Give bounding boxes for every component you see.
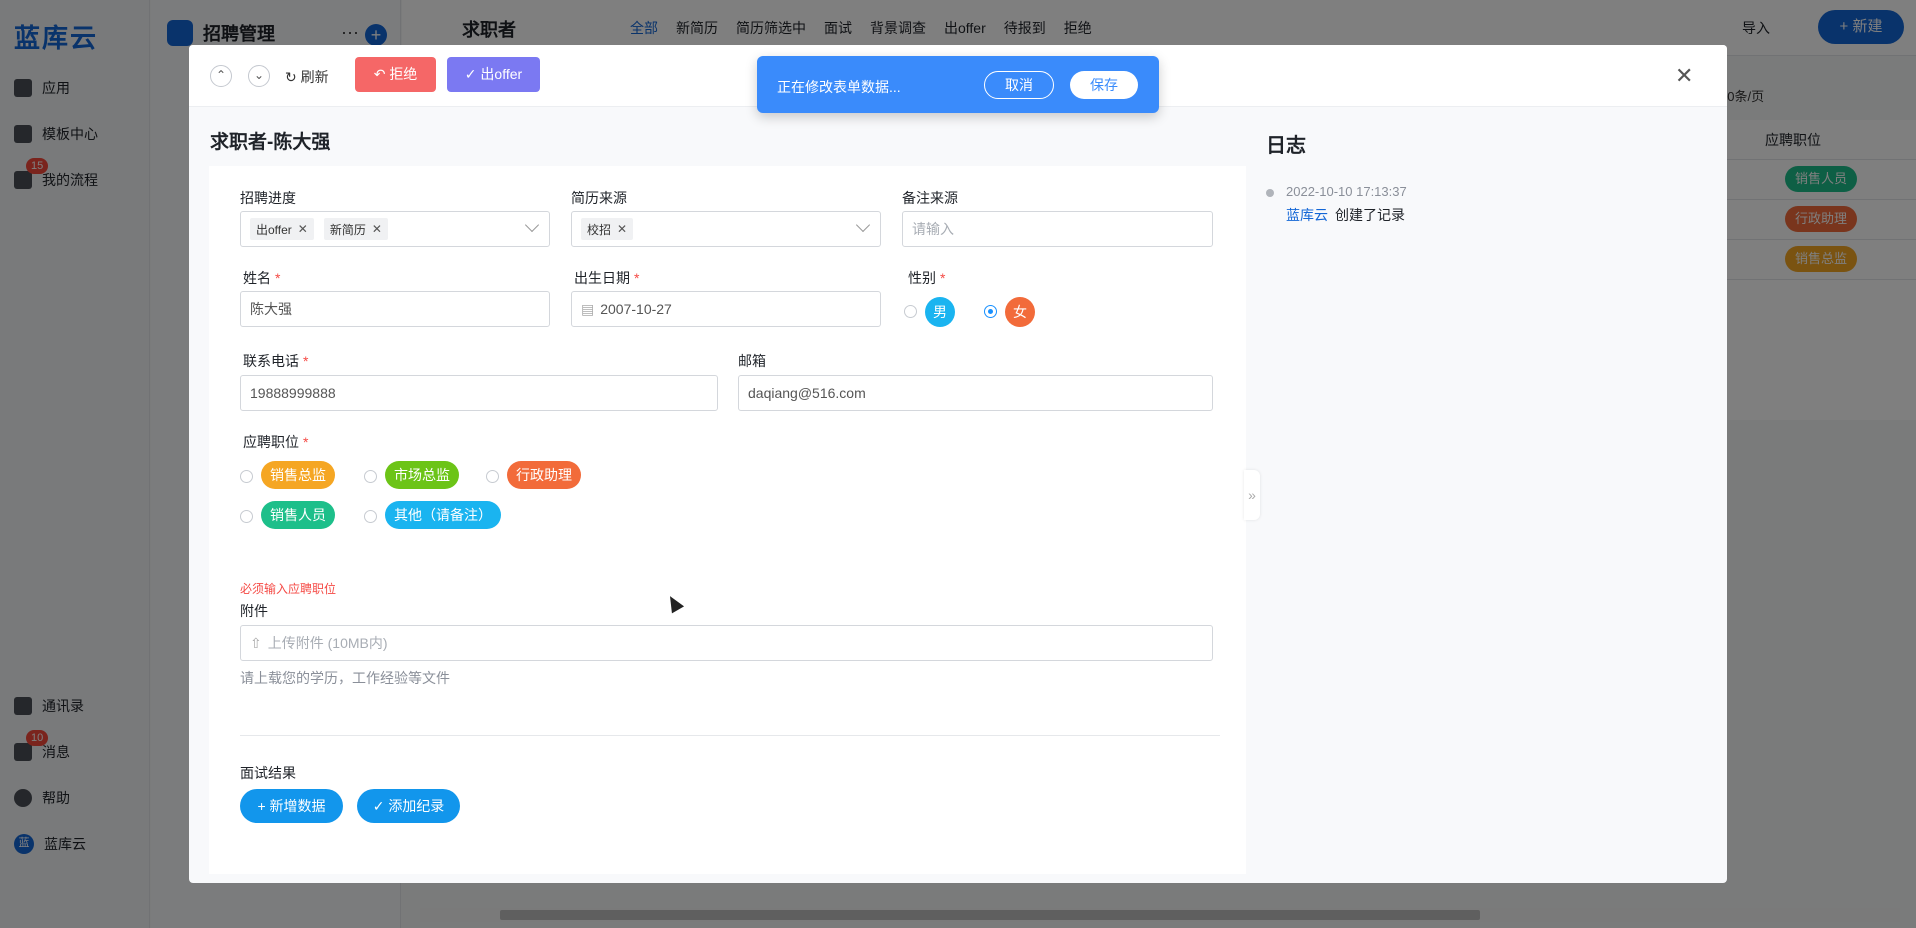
calendar-icon: ▤ [581, 300, 595, 317]
attachment-hint: 请上载您的学历，工作经验等文件 [240, 670, 450, 686]
refresh-button[interactable]: ↻ 刷新 [285, 67, 329, 87]
record-modal: ⌃ ⌄ ↻ 刷新 ↶ 拒绝 ✓ 出offer ✕ 求职者-陈大强 日志 2022… [189, 45, 1727, 883]
gender-female-radio[interactable] [984, 305, 997, 318]
source-note-input[interactable]: 请输入 [902, 211, 1213, 247]
email-label: 邮箱 [738, 353, 766, 369]
gender-female-option[interactable]: 女 [1005, 297, 1035, 327]
log-time: 2022-10-10 17:13:37 [1286, 184, 1407, 199]
position-option-admin-assistant[interactable]: 行政助理 [507, 461, 581, 489]
gender-label: 性别 * [908, 270, 946, 286]
position-radio[interactable] [486, 470, 499, 483]
log-title: 日志 [1266, 135, 1306, 157]
name-label: 姓名 * [243, 270, 281, 286]
scrollbar-thumb[interactable] [500, 910, 1480, 920]
log-user[interactable]: 蓝库云 [1286, 205, 1328, 225]
plus-icon: + [257, 798, 266, 814]
toast-cancel-button[interactable]: 取消 [984, 71, 1054, 99]
phone-input[interactable]: 19888999888 [240, 375, 718, 411]
position-option-sales-director[interactable]: 销售总监 [261, 461, 335, 489]
toast-text: 正在修改表单数据... [777, 79, 901, 95]
edit-toast: 正在修改表单数据... 取消 保存 [757, 56, 1159, 113]
next-record-button[interactable]: ⌄ [248, 65, 270, 87]
divider [240, 735, 1220, 736]
source-label: 简历来源 [571, 190, 627, 206]
add-record-button[interactable]: ✓ 添加纪录 [357, 789, 460, 823]
chevron-down-icon [855, 217, 871, 233]
prev-record-button[interactable]: ⌃ [210, 65, 232, 87]
gender-male-radio[interactable] [904, 305, 917, 318]
source-tag: 校招 ✕ [581, 218, 634, 240]
position-option-marketing-director[interactable]: 市场总监 [385, 461, 459, 489]
position-option-other[interactable]: 其他（请备注） [385, 501, 501, 529]
log-dot [1266, 189, 1274, 197]
reply-icon: ↶ [373, 66, 386, 82]
remove-tag-icon[interactable]: ✕ [372, 222, 382, 236]
log-text: 创建了记录 [1335, 207, 1405, 223]
position-error: 必须输入应聘职位 [240, 582, 337, 596]
offer-button[interactable]: ✓ 出offer [447, 57, 540, 92]
position-radio[interactable] [240, 470, 253, 483]
birthday-input[interactable]: ▤ 2007-10-27 [571, 291, 881, 327]
birthday-label: 出生日期 * [574, 270, 640, 286]
attachment-upload[interactable]: ⇧ 上传附件 (10MB内) [240, 625, 1213, 661]
position-radio[interactable] [240, 510, 253, 523]
progress-select[interactable]: 出offer ✕ 新简历 ✕ [240, 211, 550, 247]
source-note-label: 备注来源 [902, 190, 958, 206]
position-radio[interactable] [364, 510, 377, 523]
position-option-salesperson[interactable]: 销售人员 [261, 501, 335, 529]
attachment-label: 附件 [240, 603, 268, 619]
add-data-button[interactable]: + 新增数据 [240, 789, 343, 823]
chevron-down-icon [524, 217, 540, 233]
name-input[interactable]: 陈大强 [240, 291, 550, 327]
check-icon: ✓ [372, 798, 385, 814]
upload-icon: ⇧ [250, 634, 262, 651]
interview-label: 面试结果 [240, 765, 296, 781]
toast-save-button[interactable]: 保存 [1070, 71, 1138, 99]
record-title: 求职者-陈大强 [210, 132, 331, 153]
progress-tag: 出offer ✕ [250, 218, 314, 240]
position-radio[interactable] [364, 470, 377, 483]
progress-label: 招聘进度 [240, 190, 296, 206]
source-select[interactable]: 校招 ✕ [571, 211, 881, 247]
remove-tag-icon[interactable]: ✕ [298, 222, 308, 236]
reject-button[interactable]: ↶ 拒绝 [355, 57, 436, 92]
refresh-icon: ↻ [285, 69, 297, 85]
collapse-log-icon[interactable]: » [1244, 470, 1260, 520]
remove-tag-icon[interactable]: ✕ [617, 222, 627, 236]
phone-label: 联系电话 * [243, 353, 309, 369]
gender-male-option[interactable]: 男 [925, 297, 955, 327]
email-input[interactable]: daqiang@516.com [738, 375, 1213, 411]
progress-tag: 新简历 ✕ [323, 218, 388, 240]
position-label: 应聘职位 * [243, 434, 309, 450]
check-icon: ✓ [464, 66, 477, 82]
close-icon[interactable]: ✕ [1675, 63, 1693, 89]
